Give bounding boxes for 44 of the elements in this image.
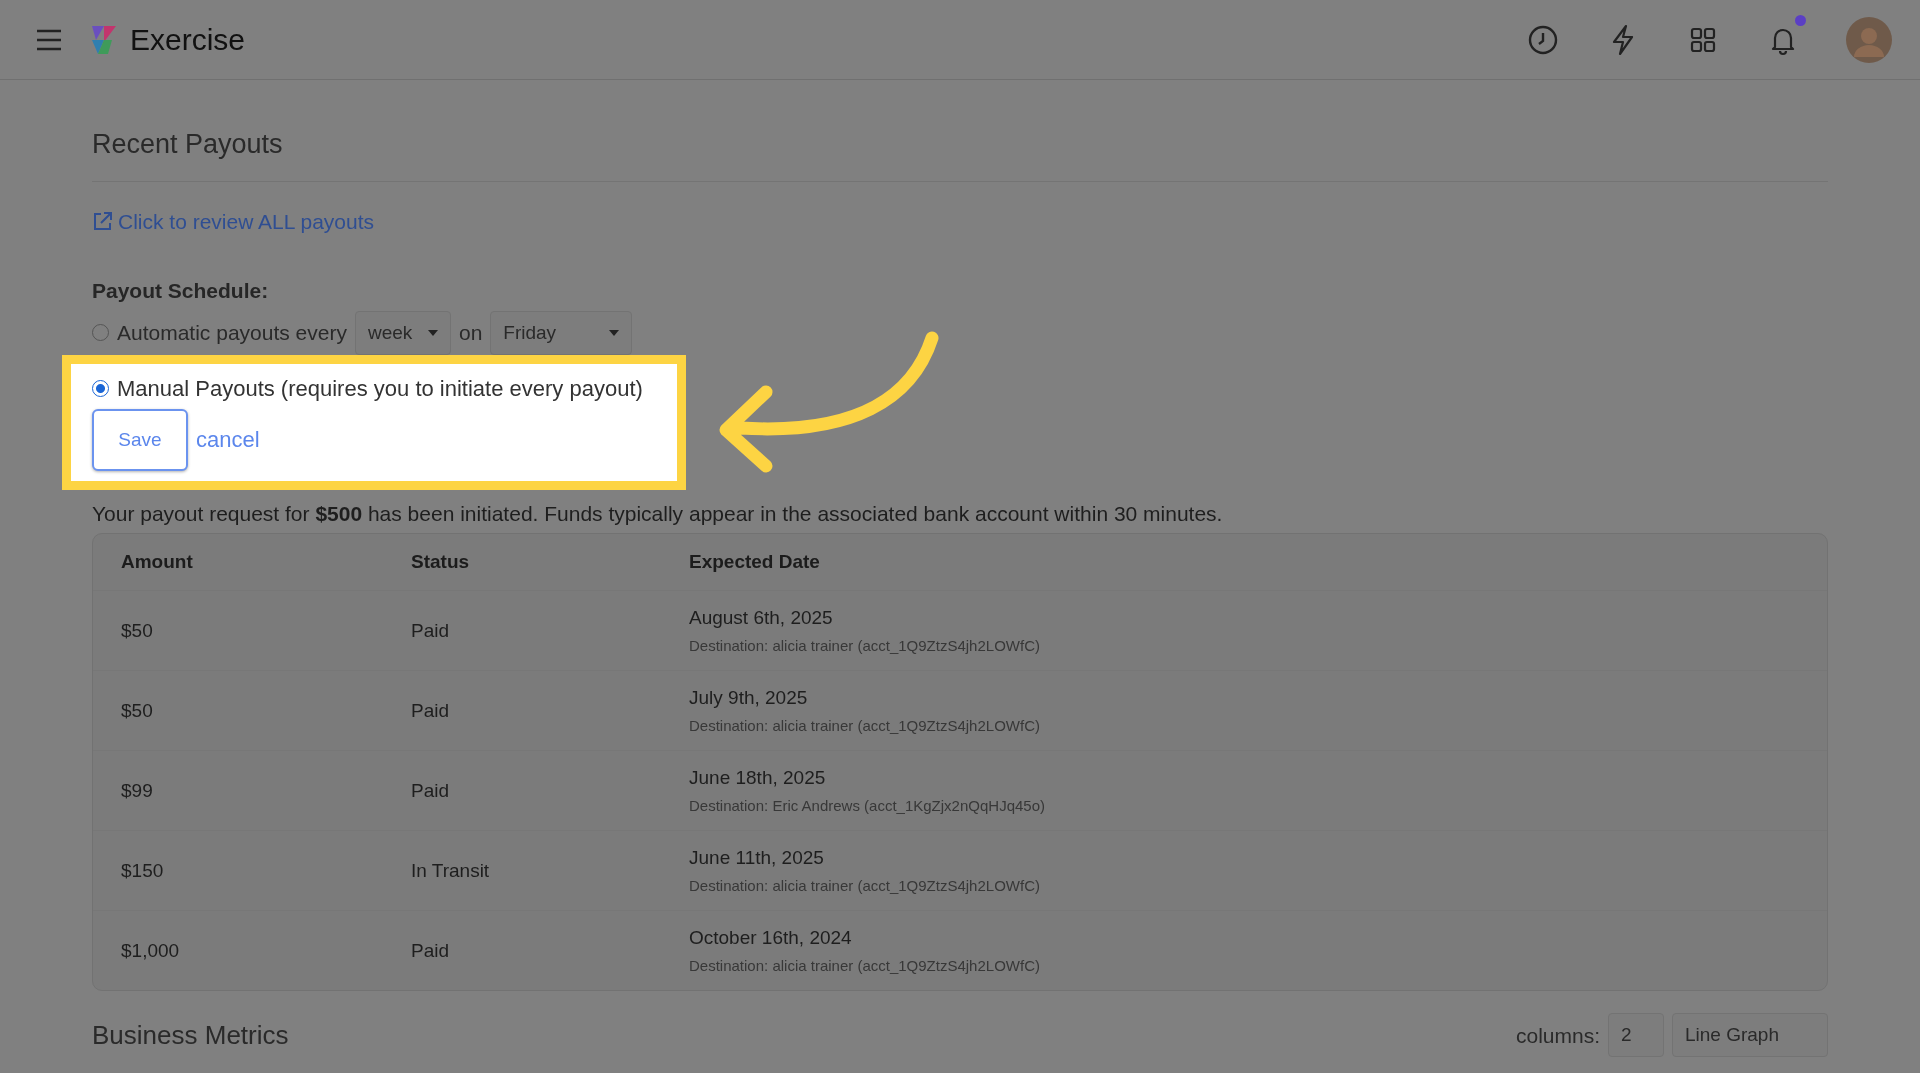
date-text: October 16th, 2024 xyxy=(689,926,853,951)
date-text: July 9th, 2025 xyxy=(689,686,809,711)
table-cell-text: Paid xyxy=(411,778,451,803)
period-select[interactable]: week xyxy=(354,310,451,355)
radio-button[interactable] xyxy=(92,379,109,397)
table-cell-text: In Transit xyxy=(411,858,491,883)
columns-select[interactable]: 2 xyxy=(1608,1013,1664,1058)
column-header: Status xyxy=(411,550,471,574)
review-link[interactable]: Click to review ALL payouts xyxy=(92,205,374,237)
destination-text: Destination: alicia trainer (acct_1Q9ZtzS4jh2LOWfC) xyxy=(689,715,1041,736)
caret-icon xyxy=(427,329,438,336)
table-cell-text: $1,000 xyxy=(121,938,181,963)
chart-type-select[interactable]: Line Graph xyxy=(1672,1013,1828,1058)
table-cell-text: Paid xyxy=(411,938,451,963)
columns-label: columns: xyxy=(1515,1022,1600,1049)
column-header: Amount xyxy=(121,550,194,574)
day-select[interactable]: Friday xyxy=(490,310,633,355)
radio-label: Manual Payouts (requires you to initiate every payout) xyxy=(117,374,643,403)
destination-text: Destination: Eric Andrews (acct_1KgZjx2nQqHJq45o) xyxy=(689,795,1046,816)
section-title: Recent Payouts xyxy=(92,128,284,161)
destination-text: Destination: alicia trainer (acct_1Q9ZtzS4jh2LOWfC) xyxy=(689,635,1041,656)
date-text: June 18th, 2025 xyxy=(689,766,827,791)
status-message: Your payout request for $500 has been initiated. Funds typically appear in the associated bank account within 30 minutes. xyxy=(92,500,1224,527)
menu-icon[interactable] xyxy=(36,28,62,51)
on-label: on xyxy=(458,320,483,346)
table-cell-text: $50 xyxy=(121,698,154,723)
table-cell-text: Paid xyxy=(411,618,451,643)
date-text: August 6th, 2025 xyxy=(689,606,834,631)
table-cell-text: Paid xyxy=(411,698,451,723)
schedule-label: Payout Schedule: xyxy=(92,278,270,305)
app-name: Exercise xyxy=(130,22,246,58)
date-text: June 11th, 2025 xyxy=(689,846,825,871)
destination-text: Destination: alicia trainer (acct_1Q9ZtzS4jh2LOWfC) xyxy=(689,955,1041,976)
table-cell-text: $150 xyxy=(121,858,165,883)
cancel-link[interactable]: cancel xyxy=(196,423,260,457)
table-cell-text: $50 xyxy=(121,618,154,643)
table-cell-text: $99 xyxy=(121,778,154,803)
column-header: Expected Date xyxy=(689,550,821,574)
caret-icon xyxy=(609,329,620,336)
external-link-icon xyxy=(92,210,114,233)
destination-text: Destination: alicia trainer (acct_1Q9ZtzS4jh2LOWfC) xyxy=(689,875,1041,896)
radio-label: Automatic payouts every xyxy=(117,320,347,346)
section-title: Business Metrics xyxy=(92,1018,289,1052)
save-button[interactable]: Save xyxy=(92,408,188,471)
